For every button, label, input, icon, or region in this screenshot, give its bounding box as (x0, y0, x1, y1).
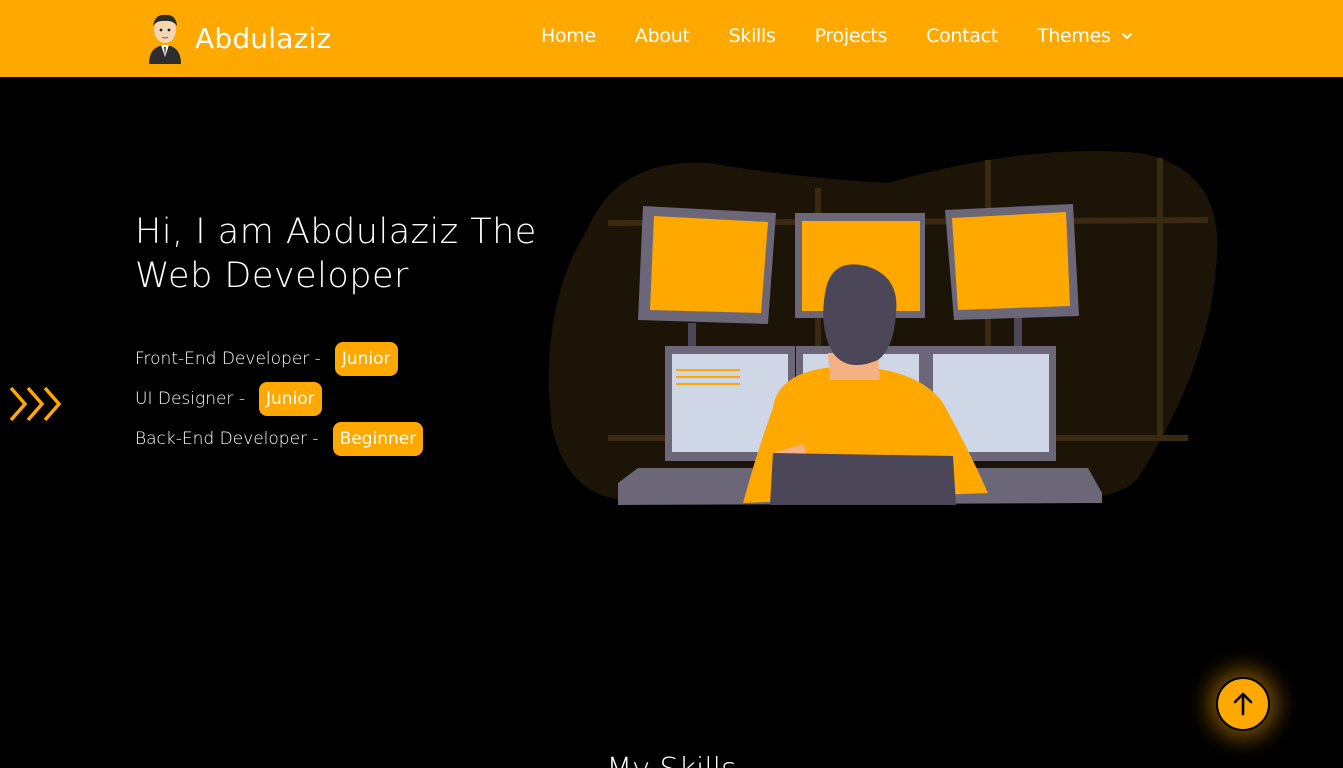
themes-dropdown[interactable]: Themes (1037, 25, 1133, 47)
role-label: Front-End Developer - (135, 349, 321, 369)
role-level-badge: Junior (258, 382, 322, 416)
double-chevron-right-icon (9, 386, 62, 422)
developer-at-monitors-illustration (548, 151, 1218, 505)
arrow-up-icon (1233, 692, 1253, 716)
chevron-down-icon (1121, 33, 1132, 40)
navbar: Abdulaziz Home About Skills Projects Con… (0, 0, 1343, 77)
role-level-badge: Beginner (332, 422, 424, 456)
brand-name: Abdulaziz (195, 21, 332, 55)
back-to-top-button[interactable] (1216, 677, 1270, 731)
developer-avatar-icon (149, 14, 181, 64)
role-item: UI Designer - Junior (135, 381, 423, 417)
nav-contact[interactable]: Contact (926, 25, 998, 47)
roles-list: Front-End Developer - Junior UI Designer… (135, 341, 424, 461)
role-label: UI Designer - (135, 389, 245, 409)
role-item: Back-End Developer - Beginner (135, 421, 424, 457)
nav-links: Home About Skills Projects Contact Theme… (541, 25, 1133, 47)
brand[interactable]: Abdulaziz (143, 12, 331, 64)
role-level-badge: Junior (334, 342, 398, 376)
role-label: Back-End Developer - (135, 429, 319, 449)
nav-home[interactable]: Home (541, 25, 596, 47)
nav-skills[interactable]: Skills (729, 25, 776, 47)
themes-label: Themes (1036, 25, 1111, 47)
hero-title: Hi, I am Abdulaziz The Web Developer (135, 212, 537, 296)
next-section-heading: My Skills (0, 752, 1343, 768)
nav-about[interactable]: About (635, 25, 690, 47)
role-item: Front-End Developer - Junior (135, 341, 423, 377)
nav-projects[interactable]: Projects (815, 25, 888, 47)
